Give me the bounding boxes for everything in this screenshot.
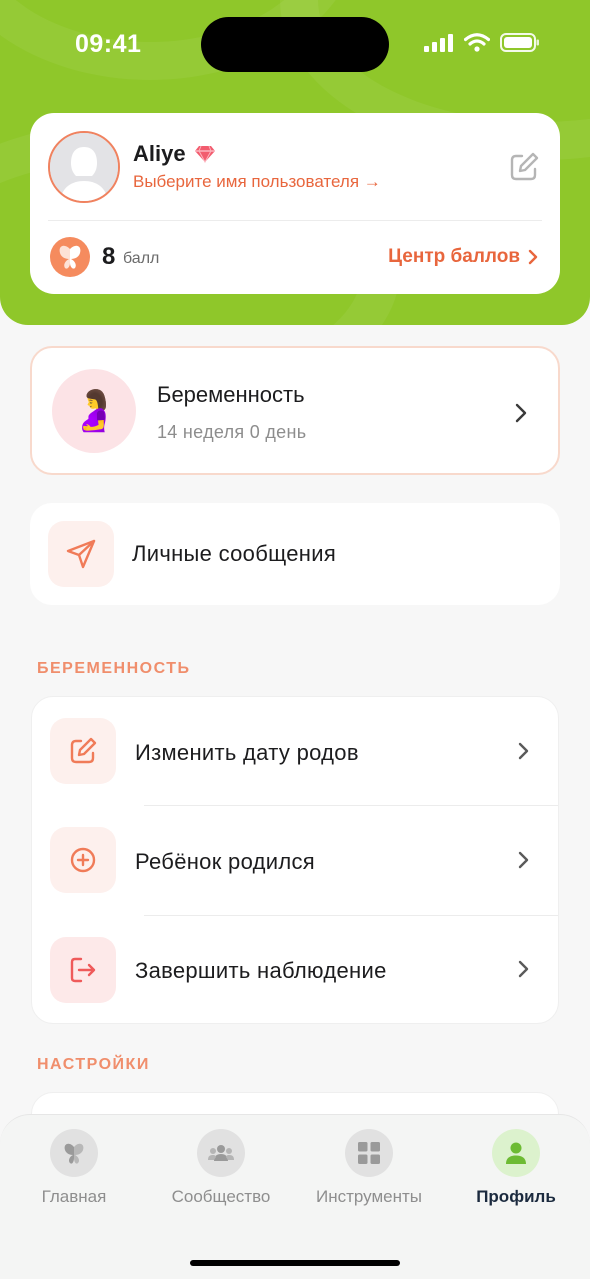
tab-icon-bg	[345, 1129, 393, 1177]
edit-profile-button[interactable]	[508, 151, 540, 183]
battery-icon	[500, 33, 539, 52]
person-icon	[506, 1142, 526, 1164]
messages-card[interactable]: Личные сообщения	[30, 503, 560, 605]
chevron-right-icon	[518, 851, 529, 869]
home-indicator[interactable]	[190, 1260, 400, 1266]
card-divider	[48, 220, 542, 221]
list-item-label: Ребёнок родился	[135, 849, 316, 874]
pregnancy-week: 14 неделя 0 день	[157, 422, 307, 442]
avatar[interactable]	[48, 131, 120, 203]
username-row: Aliye	[133, 141, 216, 167]
list-item-change-due-date[interactable]: Изменить дату родов	[32, 697, 560, 805]
points-icon	[50, 237, 90, 277]
grid-icon	[358, 1142, 380, 1164]
points-unit: балл	[123, 250, 160, 267]
choose-username-link[interactable]: Выберите имя пользователя →	[133, 172, 381, 192]
tab-community[interactable]: Сообщество	[151, 1129, 291, 1207]
chevron-right-icon	[518, 742, 529, 760]
list-item-label: Изменить дату родов	[135, 740, 359, 765]
pregnant-woman-icon: 🤰	[69, 389, 119, 433]
messages-icon-tile	[48, 521, 114, 587]
status-time: 09:41	[75, 30, 142, 58]
tab-icon-bg	[50, 1129, 98, 1177]
tab-icon-bg	[492, 1129, 540, 1177]
list-item-end-tracking[interactable]: Завершить наблюдение	[32, 916, 560, 1024]
chevron-right-icon	[515, 403, 527, 423]
tab-tools[interactable]: Инструменты	[299, 1129, 439, 1207]
list-item-label: Завершить наблюдение	[135, 958, 387, 983]
tab-label: Инструменты	[315, 1187, 422, 1206]
status-icons	[424, 33, 540, 52]
community-icon	[208, 1145, 234, 1161]
section-title-settings: НАСТРОЙКИ	[37, 1056, 150, 1073]
butterfly-icon	[59, 245, 81, 269]
plus-circle-icon	[70, 847, 96, 873]
points-value: 8	[102, 243, 116, 270]
points-center-link[interactable]: Центр баллов	[388, 246, 538, 268]
chevron-right-icon	[528, 249, 538, 265]
points-center-label: Центр баллов	[388, 246, 520, 267]
plus-icon-tile	[50, 827, 116, 893]
cellular-signal-icon	[424, 33, 453, 52]
edit-icon	[510, 152, 539, 181]
tab-label: Сообщество	[171, 1187, 271, 1206]
pregnancy-avatar: 🤰	[52, 369, 136, 453]
profile-card: Aliye Выберите имя пользователя → 8 балл…	[30, 113, 560, 294]
diamond-badge-icon	[194, 145, 215, 163]
edit-icon-tile	[50, 718, 116, 784]
chevron-right-icon	[518, 960, 529, 978]
list-item-baby-born[interactable]: Ребёнок родился	[32, 806, 560, 915]
wifi-icon	[464, 33, 490, 52]
tab-profile[interactable]: Профиль	[446, 1129, 586, 1207]
tab-label: Главная	[41, 1187, 107, 1206]
butterfly-icon	[64, 1143, 84, 1164]
pregnancy-title: Беременность	[157, 382, 305, 407]
section-title-pregnancy: БЕРЕМЕННОСТЬ	[37, 660, 191, 677]
edit-icon	[70, 737, 97, 764]
tab-home[interactable]: Главная	[4, 1129, 144, 1207]
pregnancy-actions-list: Изменить дату родов Ребёнок родился Заве…	[31, 696, 559, 1024]
pregnancy-card[interactable]: 🤰 Беременность 14 неделя 0 день	[30, 346, 560, 475]
username: Aliye	[133, 141, 186, 166]
send-icon	[66, 539, 96, 569]
exit-icon	[70, 957, 96, 983]
exit-icon-tile	[50, 937, 116, 1003]
tab-bar: Главная Сообщество Инструменты Профиль	[0, 1114, 590, 1279]
messages-label: Личные сообщения	[132, 541, 337, 566]
tab-icon-bg	[197, 1129, 245, 1177]
status-bar: 09:41	[0, 0, 590, 90]
default-avatar-icon	[50, 133, 118, 201]
dynamic-island	[201, 17, 389, 72]
tab-label: Профиль	[476, 1187, 556, 1206]
